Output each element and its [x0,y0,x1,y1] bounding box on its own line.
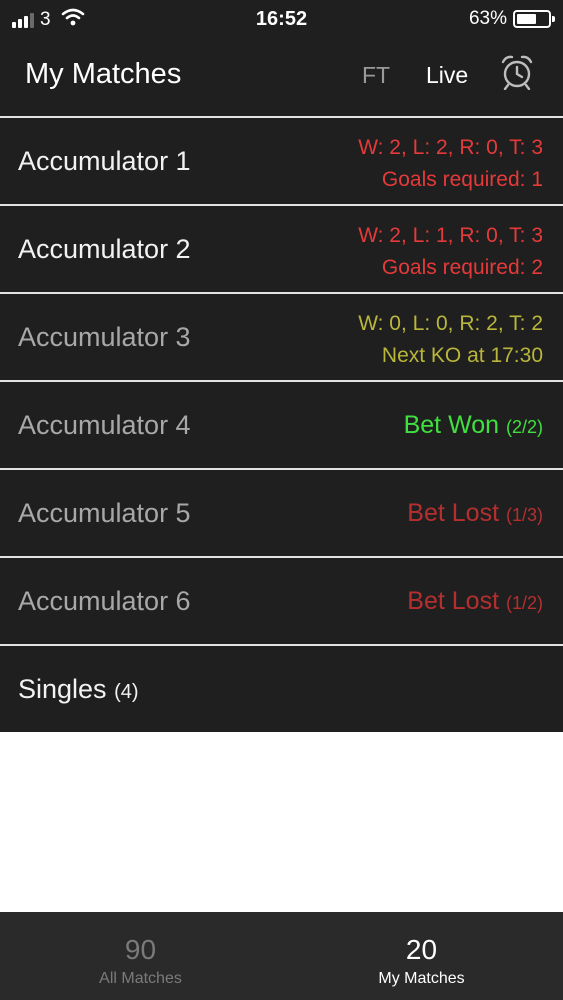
row-detail: Goals required: 2 [381,256,543,279]
singles-count: (4) [114,681,139,703]
bet-result-count: (1/2) [505,593,543,613]
row-status: W: 2, L: 1, R: 0, T: 3 Goals required: 2 [358,220,543,284]
accumulator-row[interactable]: Accumulator 6 Bet Lost (1/2) [0,556,563,644]
row-status: Bet Lost (1/2) [407,558,543,646]
singles-row[interactable]: Singles (4) [0,644,563,732]
battery-fill [517,14,536,24]
accumulator-row[interactable]: Accumulator 4 Bet Won (2/2) [0,380,563,468]
row-status: W: 0, L: 0, R: 2, T: 2 Next KO at 17:30 [358,308,543,372]
row-label: Accumulator 6 [18,586,191,616]
tab-my-matches[interactable]: 20 My Matches [281,912,562,1000]
tab-label: My Matches [378,970,465,987]
battery-percent: 63% [468,8,507,29]
tab-count: 90 [124,934,157,965]
bet-result: Bet Won [403,411,500,439]
page-title: My Matches [25,58,182,90]
accumulator-row[interactable]: Accumulator 5 Bet Lost (1/3) [0,468,563,556]
row-label: Accumulator 4 [18,410,191,440]
row-label: Accumulator 2 [18,234,191,264]
bet-result-count: (2/2) [505,417,543,437]
alarm-clock-icon[interactable] [500,54,534,95]
bet-result-count: (1/3) [505,505,543,525]
accumulator-row[interactable]: Accumulator 3 W: 0, L: 0, R: 2, T: 2 Nex… [0,292,563,380]
tab-count: 20 [405,934,438,965]
status-right: 63% [468,8,555,30]
tab-bar: 90 All Matches 20 My Matches [0,912,563,1000]
tab-label: All Matches [99,970,182,987]
singles-title: Singles [18,674,107,704]
row-status: W: 2, L: 2, R: 0, T: 3 Goals required: 1 [358,132,543,196]
nav-bar: My Matches FT Live [0,38,563,116]
row-detail: Next KO at 17:30 [381,344,543,367]
ft-filter-button[interactable]: FT [362,62,390,89]
live-filter-button[interactable]: Live [426,62,468,89]
row-status: Bet Lost (1/3) [407,470,543,558]
accumulator-row[interactable]: Accumulator 2 W: 2, L: 1, R: 0, T: 3 Goa… [0,204,563,292]
row-stats: W: 2, L: 2, R: 0, T: 3 [358,136,543,159]
tab-all-matches[interactable]: 90 All Matches [0,912,281,1000]
bet-result: Bet Lost [407,499,500,527]
singles-label: Singles (4) [18,646,139,732]
battery-icon [513,10,555,28]
row-status: Bet Won (2/2) [404,382,543,470]
row-label: Accumulator 3 [18,322,191,352]
row-label: Accumulator 1 [18,146,191,176]
row-label: Accumulator 5 [18,498,191,528]
accumulator-row[interactable]: Accumulator 1 W: 2, L: 2, R: 0, T: 3 Goa… [0,116,563,204]
row-stats: W: 0, L: 0, R: 2, T: 2 [358,312,543,335]
matches-list: Accumulator 1 W: 2, L: 2, R: 0, T: 3 Goa… [0,116,563,732]
status-bar: 3 16:52 63% [0,0,563,38]
row-stats: W: 2, L: 1, R: 0, T: 3 [358,224,543,247]
bet-result: Bet Lost [407,587,500,615]
row-detail: Goals required: 1 [381,168,543,191]
